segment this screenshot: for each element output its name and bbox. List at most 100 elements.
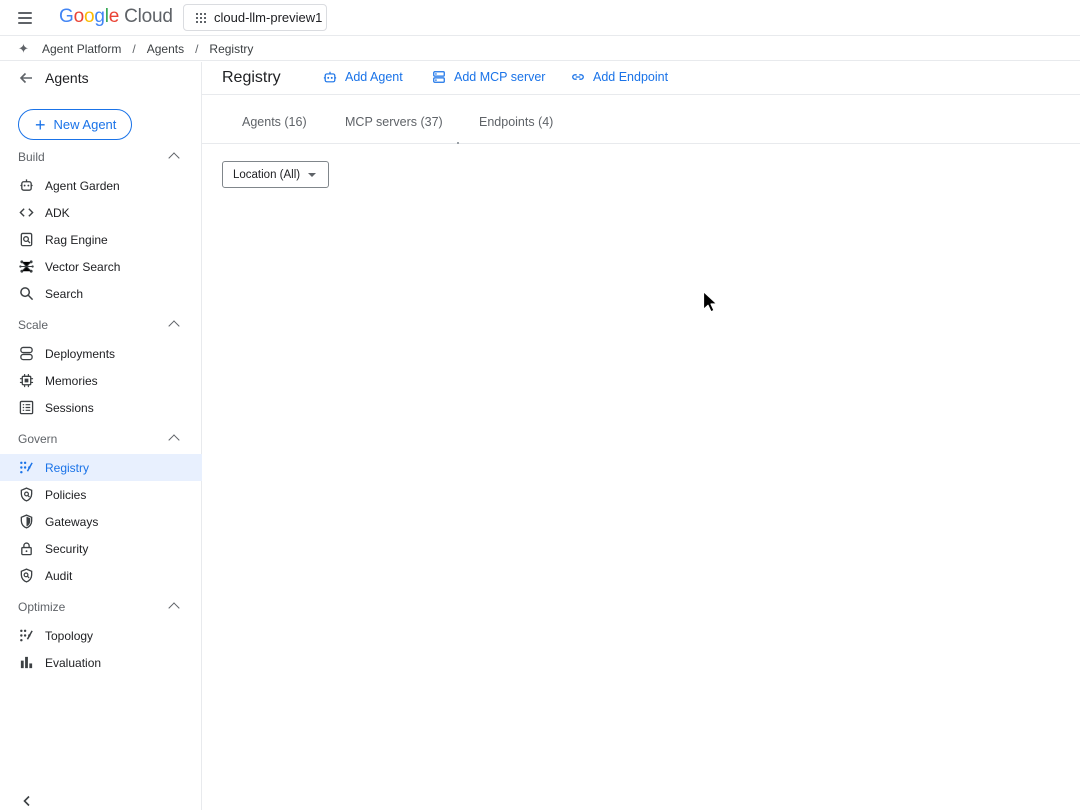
project-picker[interactable]: cloud-llm-preview1 (183, 4, 327, 31)
section-optimize[interactable]: Optimize (0, 596, 202, 618)
section-label: Optimize (18, 600, 66, 614)
bar-chart-icon (19, 655, 34, 670)
add-endpoint-button[interactable]: Add Endpoint (571, 70, 668, 84)
tab-endpoints[interactable]: Endpoints (4) (479, 115, 553, 129)
tab-agents[interactable]: Agents (16) (242, 115, 307, 129)
sidebar-item-label: Search (45, 286, 84, 301)
server-icon (433, 71, 445, 83)
sidebar-item-label: Memories (45, 373, 98, 388)
section-label: Govern (18, 432, 58, 446)
sidebar-item-registry[interactable]: Registry (0, 454, 202, 481)
logo-letter: o (83, 6, 95, 27)
topology-icon (19, 628, 34, 643)
sidebar-item-label: Gateways (45, 514, 99, 529)
sidebar-item-deployments[interactable]: Deployments (0, 340, 202, 367)
chevron-up-icon (168, 434, 180, 446)
chevron-up-icon (168, 602, 180, 614)
hamburger-menu-icon[interactable] (14, 8, 36, 28)
sidebar-item-label: Vector Search (45, 259, 121, 274)
sidebar-item-memories[interactable]: Memories (0, 367, 202, 394)
agent-garden-icon (19, 178, 34, 193)
new-agent-button[interactable]: + New Agent (18, 109, 132, 140)
back-arrow-icon[interactable] (18, 70, 34, 86)
breadcrumb: ✦ Agent Platform / Agents / Registry (0, 37, 1080, 61)
chevron-up-icon (168, 320, 180, 332)
sidebar-item-rag-engine[interactable]: Rag Engine (0, 226, 202, 253)
collapse-sidebar-icon[interactable] (20, 794, 34, 808)
new-agent-label: New Agent (53, 117, 117, 132)
sidebar-item-evaluation[interactable]: Evaluation (0, 649, 202, 676)
add-mcp-server-label: Add MCP server (454, 70, 546, 84)
sidebar-item-label: Rag Engine (45, 232, 108, 247)
memories-icon (19, 373, 34, 388)
sidebar-item-vector-search[interactable]: Vector Search (0, 253, 202, 280)
sparkle-icon: ✦ (18, 40, 29, 56)
sidebar: Agents + New Agent Build Agent Garden AD… (0, 62, 202, 810)
gateways-icon (19, 514, 34, 529)
sidebar-item-sessions[interactable]: Sessions (0, 394, 202, 421)
robot-icon (323, 71, 337, 83)
lock-icon (19, 541, 34, 556)
sidebar-item-label: Registry (45, 460, 90, 475)
section-build[interactable]: Build (0, 146, 202, 168)
registry-icon (19, 460, 34, 475)
section-scale[interactable]: Scale (0, 314, 202, 336)
sidebar-item-label: Agent Garden (45, 178, 120, 193)
sidebar-title: Agents (45, 70, 89, 86)
sidebar-header: Agents (0, 62, 202, 94)
logo-letter: g (94, 6, 105, 27)
logo-letter: o (73, 6, 85, 27)
apps-grid-icon (196, 12, 206, 23)
sessions-icon (19, 400, 34, 415)
sidebar-item-audit[interactable]: Audit (0, 562, 202, 589)
sidebar-item-policies[interactable]: Policies (0, 481, 202, 508)
sidebar-item-label: Policies (45, 487, 87, 502)
location-filter-label: Location (All) (233, 168, 301, 181)
add-mcp-server-button[interactable]: Add MCP server (432, 70, 545, 84)
sidebar-item-topology[interactable]: Topology (0, 622, 202, 649)
tab-bar: Agents (16) MCP servers (37) Endpoints (… (202, 96, 1080, 144)
add-agent-button[interactable]: Add Agent (323, 70, 403, 84)
project-name: cloud-llm-preview1 (214, 10, 323, 25)
section-govern[interactable]: Govern (0, 428, 202, 450)
breadcrumb-item-agent-platform[interactable]: Agent Platform (42, 42, 121, 56)
breadcrumb-separator: / (195, 41, 199, 56)
sidebar-item-label: Sessions (45, 400, 94, 415)
breadcrumb-separator: / (132, 41, 136, 56)
sidebar-item-adk[interactable]: ADK (0, 199, 202, 226)
top-bar: Google Cloud cloud-llm-preview1 (0, 0, 1080, 36)
page-title: Registry (222, 69, 281, 86)
add-endpoint-label: Add Endpoint (593, 70, 669, 84)
sidebar-item-label: Evaluation (45, 655, 102, 670)
breadcrumb-item-agents[interactable]: Agents (147, 42, 184, 56)
mouse-cursor-icon (702, 290, 718, 313)
audit-icon (19, 568, 34, 583)
code-icon (19, 205, 34, 220)
chevron-up-icon (168, 152, 180, 164)
breadcrumb-item-registry[interactable]: Registry (209, 42, 253, 56)
google-cloud-logo[interactable]: Google Cloud (59, 6, 173, 28)
logo-letter: e (108, 6, 120, 27)
section-label: Scale (18, 318, 49, 332)
vector-search-icon (19, 259, 34, 274)
sidebar-item-label: ADK (45, 205, 70, 220)
link-icon (572, 74, 584, 80)
sidebar-item-agent-garden[interactable]: Agent Garden (0, 172, 202, 199)
deployments-icon (19, 346, 34, 361)
search-icon (19, 286, 34, 301)
sidebar-item-label: Audit (45, 568, 73, 583)
sidebar-item-label: Security (45, 541, 89, 556)
add-agent-label: Add Agent (345, 70, 403, 84)
rag-engine-icon (19, 232, 34, 247)
plus-icon: + (35, 114, 46, 135)
sidebar-item-search[interactable]: Search (0, 280, 202, 307)
main-content: Registry Add Agent Add MCP server Add En… (202, 62, 1080, 810)
sidebar-item-gateways[interactable]: Gateways (0, 508, 202, 535)
location-filter-dropdown[interactable]: Location (All) (222, 161, 329, 188)
main-header: Registry Add Agent Add MCP server Add En… (202, 62, 1080, 95)
tab-mcp-servers[interactable]: MCP servers (37) (345, 115, 443, 129)
logo-suffix: Cloud (124, 6, 173, 27)
sidebar-item-security[interactable]: Security (0, 535, 202, 562)
tab-indicator (457, 142, 459, 144)
policies-icon (19, 487, 34, 502)
